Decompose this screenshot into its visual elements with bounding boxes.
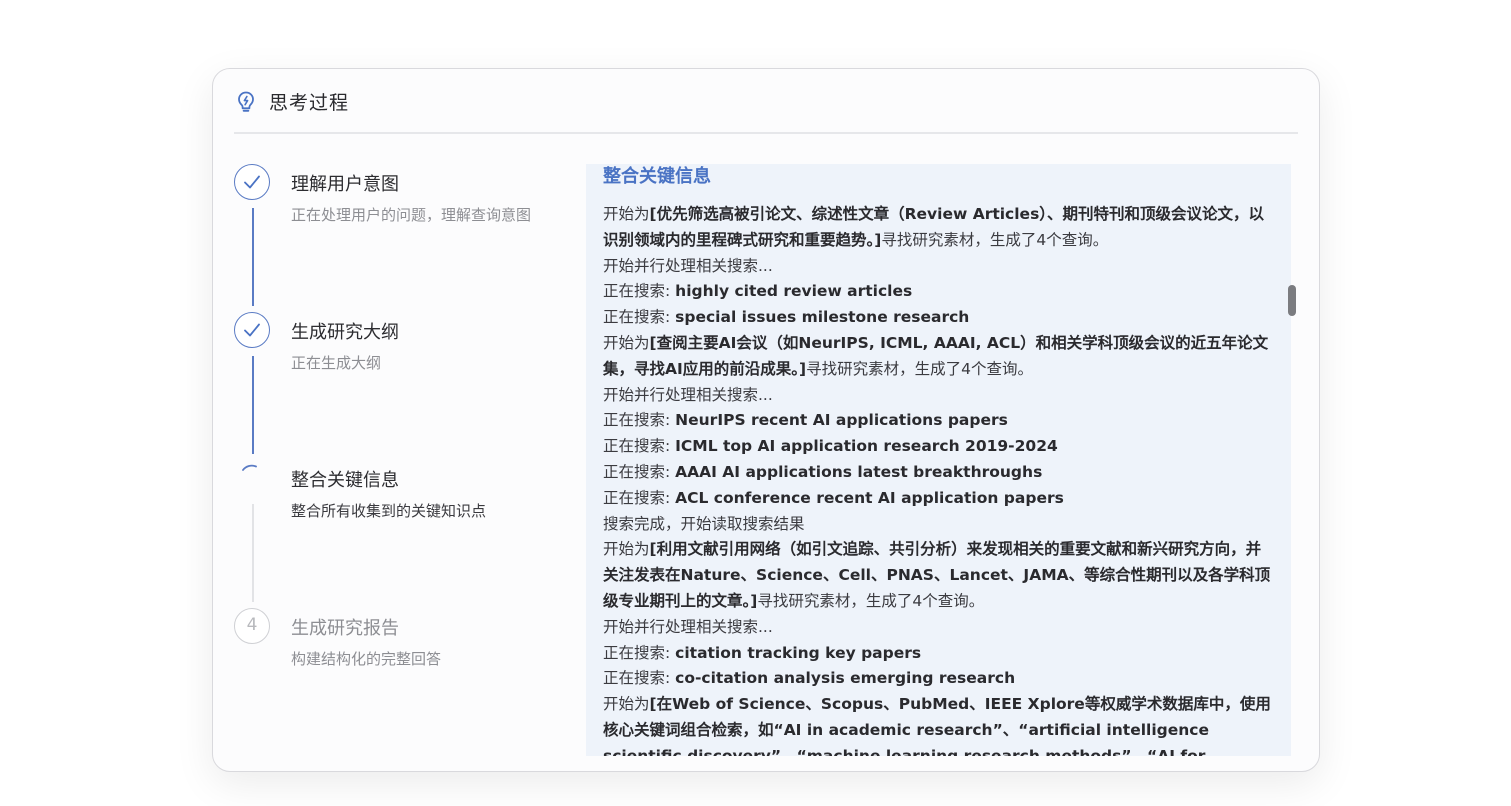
panel-header: 思考过程	[213, 69, 1319, 131]
thinking-process-panel: 思考过程 理解用户意图 正在处理用户的问题，理解查询意图 生成研究大纲 正在生成…	[212, 68, 1320, 772]
step-title: 生成研究大纲	[291, 322, 399, 343]
step-description: 正在生成大纲	[291, 354, 382, 372]
step-connector	[252, 504, 254, 602]
log-entry-prefix: 正在搜索:	[603, 669, 676, 688]
log-entry: 开始为[优先筛选高被引论文、综述性文章（Review Articles）、期刊特…	[603, 202, 1273, 254]
log-entry-query: ACL conference recent AI application pap…	[675, 488, 1064, 507]
log-entry-query: AAAI AI applications latest breakthrough…	[675, 462, 1043, 481]
log-entry: 开始并行处理相关搜索...	[603, 383, 1273, 409]
log-entry-prefix: 开始为	[603, 540, 650, 559]
lightbulb-icon	[235, 90, 257, 114]
log-entry: 开始并行处理相关搜索...	[603, 254, 1273, 280]
log-entry-suffix: 寻找研究素材，生成了4个查询。	[757, 591, 985, 610]
log-entry: 开始为[利用文献引用网络（如引文追踪、共引分析）来发现相关的重要文献和新兴研究方…	[603, 537, 1273, 614]
log-entry: 正在搜索: ACL conference recent AI applicati…	[603, 486, 1273, 512]
log-entry-prefix: 正在搜索:	[603, 462, 676, 481]
log-entry: 开始为[查阅主要AI会议（如NeurIPS, ICML, AAAI, ACL）和…	[603, 331, 1273, 383]
log-entry: 正在搜索: co-citation analysis emerging rese…	[603, 666, 1273, 692]
step-complete-check-icon	[234, 312, 270, 348]
log-entry-query: [在Web of Science、Scopus、PubMed、IEEE Xplo…	[603, 695, 1271, 756]
log-entry-suffix: 寻找研究素材，生成了4个查询。	[806, 359, 1033, 378]
step-description: 正在处理用户的问题，理解查询意图	[291, 206, 532, 224]
log-entry-query: co-citation analysis emerging research	[675, 669, 1016, 688]
log-entry-query: NeurIPS recent AI applications papers	[675, 411, 1008, 430]
log-entry-prefix: 正在搜索:	[603, 488, 676, 507]
log-entry-prefix: 正在搜索:	[603, 308, 676, 327]
step-connector	[252, 208, 254, 306]
log-entry: 正在搜索: ICML top AI application research 2…	[603, 434, 1273, 460]
step-title: 理解用户意图	[291, 174, 399, 195]
log-entry-prefix: 开始为	[603, 333, 650, 352]
log-entry-prefix: 正在搜索:	[603, 282, 676, 301]
panel-title: 思考过程	[269, 92, 350, 114]
log-entry: 搜索完成，开始读取搜索结果	[603, 512, 1273, 538]
log-entry: 开始为[在Web of Science、Scopus、PubMed、IEEE X…	[603, 692, 1273, 756]
log-entry: 正在搜索: NeurIPS recent AI applications pap…	[603, 408, 1273, 434]
log-entry-query: citation tracking key papers	[675, 643, 922, 662]
log-entry: 正在搜索: citation tracking key papers	[603, 641, 1273, 667]
scrollbar-thumb[interactable]	[1288, 285, 1296, 316]
step-number: 4	[234, 608, 270, 644]
log-lines: 开始为[优先筛选高被引论文、综述性文章（Review Articles）、期刊特…	[603, 202, 1273, 756]
log-entry-query: special issues milestone research	[675, 308, 970, 327]
log-entry: 正在搜索: special issues milestone research	[603, 305, 1273, 331]
step-connector	[252, 356, 254, 454]
step-description: 整合所有收集到的关键知识点	[291, 502, 487, 520]
step-complete-check-icon	[234, 164, 270, 200]
log-content: 整合关键信息 开始为[优先筛选高被引论文、综述性文章（Review Articl…	[603, 164, 1273, 756]
log-heading: 整合关键信息	[603, 166, 711, 187]
log-entry: 正在搜索: AAAI AI applications latest breakt…	[603, 460, 1273, 486]
log-entry-query: highly cited review articles	[675, 282, 913, 301]
log-entry-query: ICML top AI application research 2019-20…	[675, 437, 1058, 456]
log-entry-prefix: 开始并行处理相关搜索...	[603, 617, 773, 636]
log-entry: 开始并行处理相关搜索...	[603, 615, 1273, 641]
loading-spinner-icon	[234, 460, 270, 496]
log-entry-suffix: 寻找研究素材，生成了4个查询。	[881, 230, 1109, 249]
step-title: 生成研究报告	[291, 618, 399, 639]
step-description: 构建结构化的完整回答	[291, 650, 442, 668]
log-entry-prefix: 开始为	[603, 205, 650, 223]
log-panel[interactable]: 整合关键信息 开始为[优先筛选高被引论文、综述性文章（Review Articl…	[586, 164, 1291, 756]
header-divider	[234, 132, 1298, 134]
log-entry-prefix: 开始并行处理相关搜索...	[603, 256, 773, 275]
log-entry-prefix: 正在搜索:	[603, 411, 676, 430]
log-entry-prefix: 开始为	[603, 695, 650, 714]
stage: 思考过程 理解用户意图 正在处理用户的问题，理解查询意图 生成研究大纲 正在生成…	[0, 0, 1511, 806]
step-title: 整合关键信息	[291, 470, 399, 491]
log-entry-prefix: 开始并行处理相关搜索...	[603, 385, 773, 404]
log-entry-prefix: 搜索完成，开始读取搜索结果	[603, 514, 805, 533]
log-entry: 正在搜索: highly cited review articles	[603, 279, 1273, 305]
log-entry-prefix: 正在搜索:	[603, 643, 676, 662]
progress-steps: 理解用户意图 正在处理用户的问题，理解查询意图 生成研究大纲 正在生成大纲 整合…	[213, 164, 583, 724]
log-entry-prefix: 正在搜索:	[603, 437, 676, 456]
